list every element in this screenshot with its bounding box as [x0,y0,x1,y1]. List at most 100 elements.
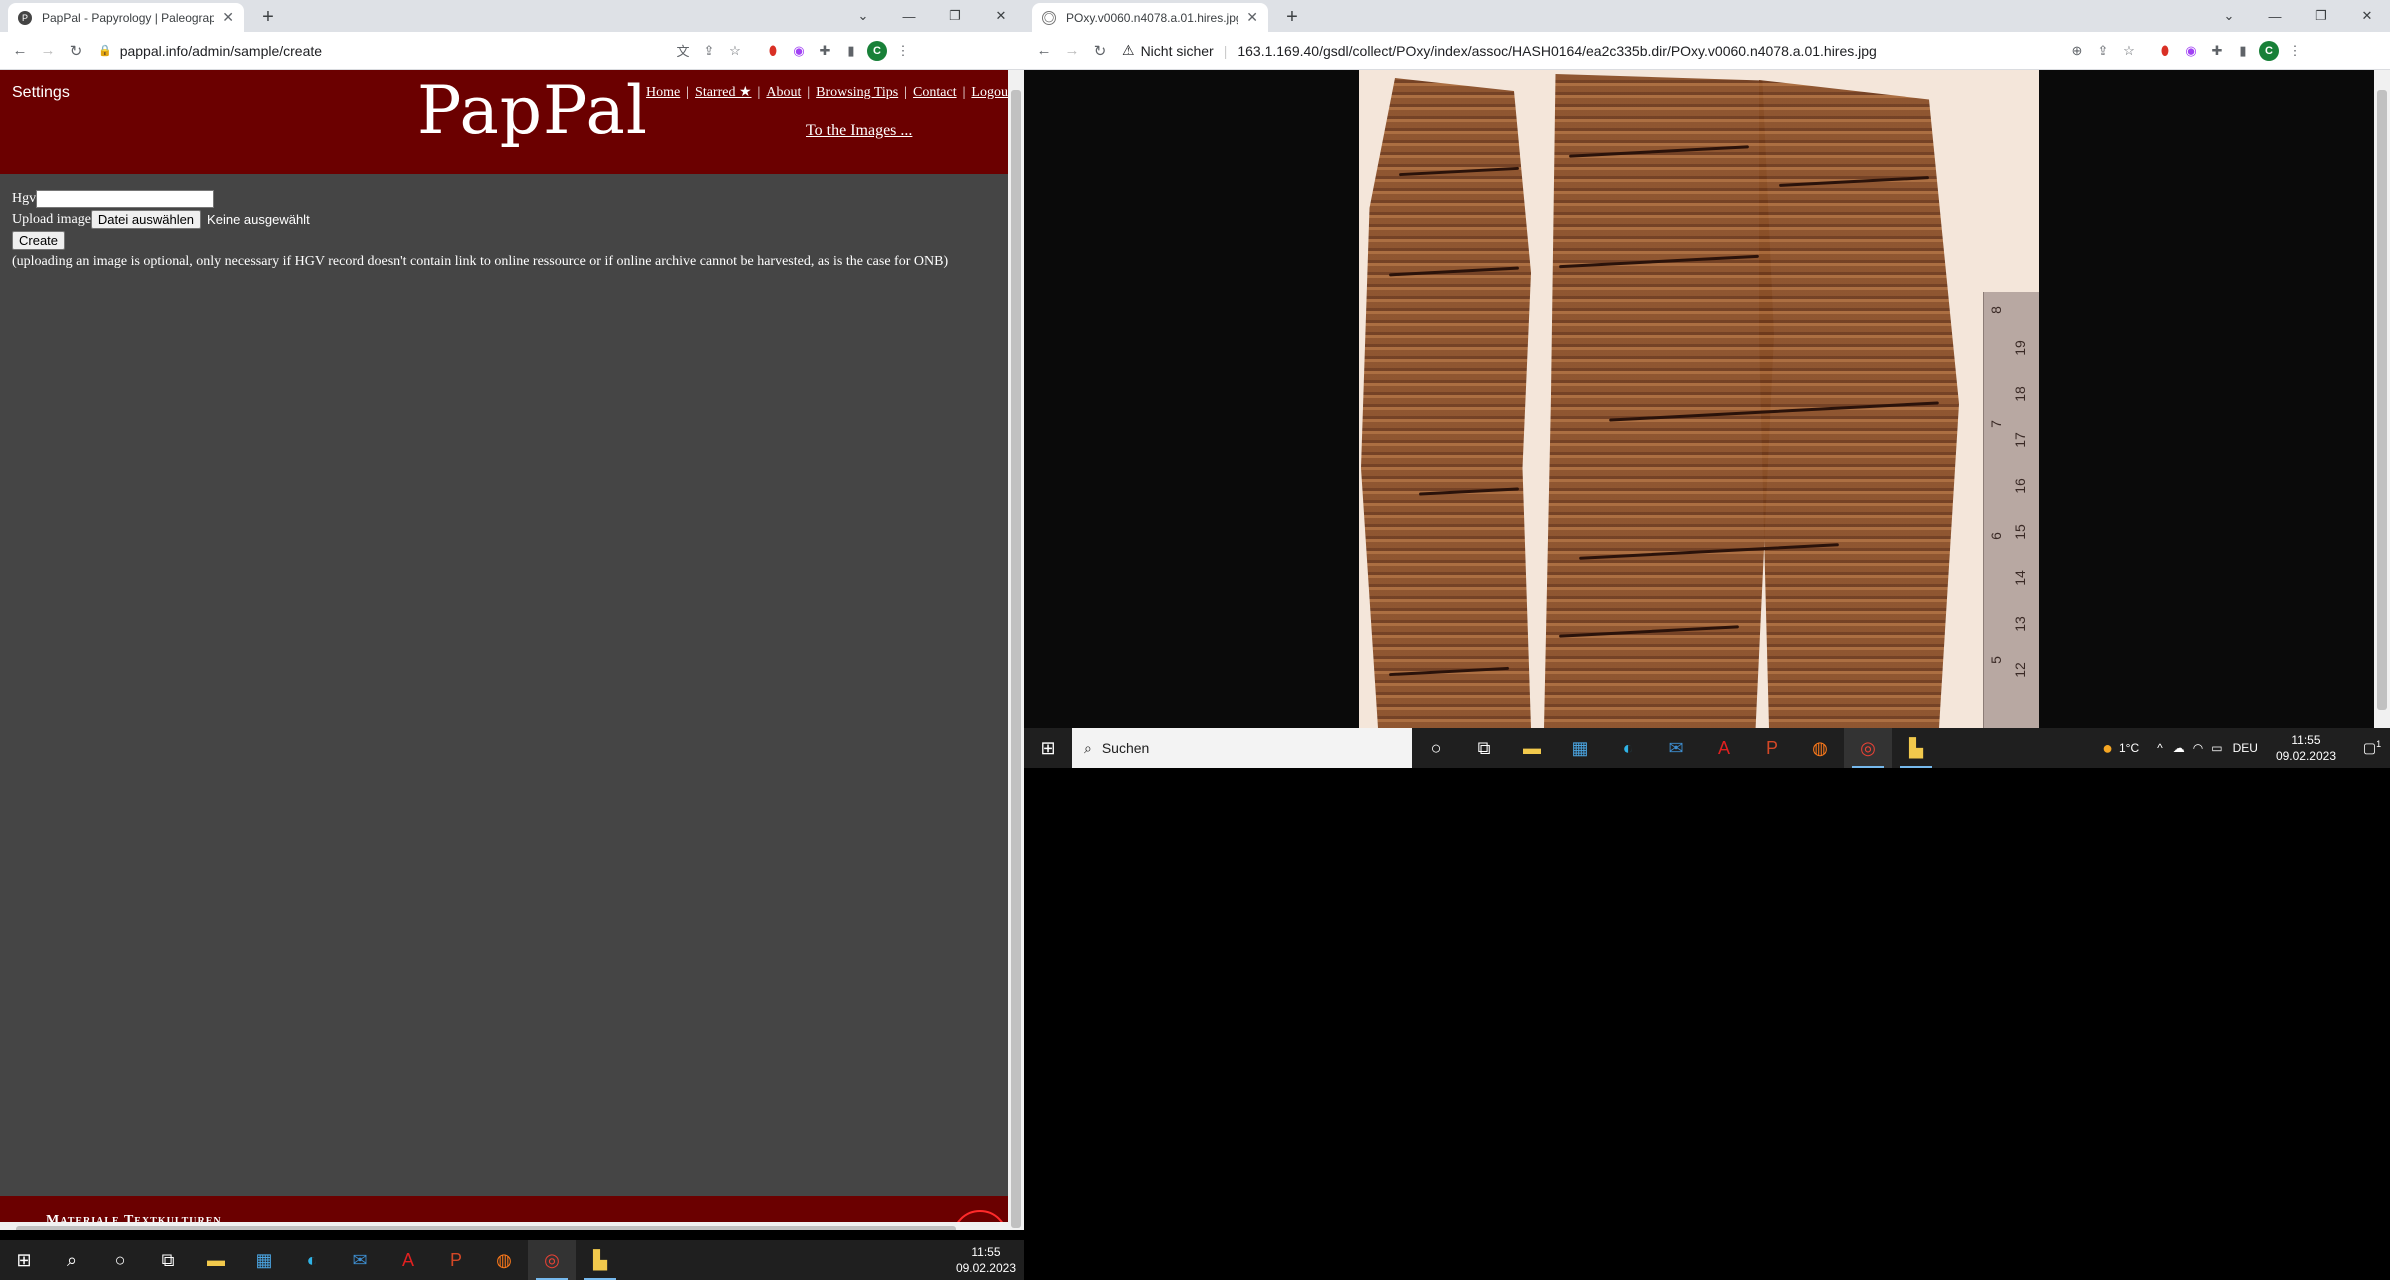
reload-icon[interactable]: ↻ [62,37,90,65]
acrobat-icon[interactable]: A [1700,728,1748,768]
scroll-thumb[interactable] [2377,90,2387,710]
upload-note: (uploading an image is optional, only ne… [12,253,949,269]
close-window-button[interactable]: ✕ [978,0,1024,32]
profile-avatar[interactable]: C [864,38,890,64]
nav-starred[interactable]: Starred ★ [695,85,751,100]
cortana-icon[interactable]: ○ [96,1240,144,1280]
tab-search-icon[interactable]: ⌄ [840,0,886,32]
windows-start-icon[interactable]: ⊞ [0,1240,48,1280]
extensions-puzzle-icon[interactable]: ✚ [812,38,838,64]
nav-about[interactable]: About [766,85,801,100]
reload-icon[interactable]: ↻ [1086,37,1114,65]
language-indicator[interactable]: DEU [2233,741,2258,755]
extensions-puzzle-icon[interactable]: ✚ [2204,38,2230,64]
chrome-icon[interactable]: ◎ [1844,728,1892,768]
scroll-thumb[interactable] [1011,90,1021,1228]
hgv-input[interactable] [36,189,215,208]
new-tab-button[interactable]: + [1278,3,1306,31]
nav-home[interactable]: Home [646,85,680,100]
firefox-icon[interactable]: ◍ [1796,728,1844,768]
cortana-icon[interactable]: ○ [1412,728,1460,768]
share-icon[interactable]: ⇪ [696,38,722,64]
share-icon[interactable]: ⇪ [2090,38,2116,64]
nav-logout[interactable]: Logout [971,85,1011,100]
menu-kebab-icon[interactable]: ⋮ [2282,38,2308,64]
weather-icon[interactable]: ● [2102,738,2113,759]
restore-button[interactable]: ❐ [932,0,978,32]
horizontal-scrollbar[interactable] [0,1222,1008,1230]
clock[interactable]: 11:55 09.02.2023 [956,1244,1016,1276]
extension-purple-icon[interactable]: ◉ [786,38,812,64]
file-explorer-icon[interactable]: ▬ [1508,728,1556,768]
file-status: Keine ausgewählt [207,212,310,227]
acrobat-icon[interactable]: A [384,1240,432,1280]
security-label[interactable]: Nicht sicher [1141,43,1214,59]
close-tab-icon[interactable]: ✕ [222,9,234,26]
extension-purple-icon[interactable]: ◉ [2178,38,2204,64]
bookmark-star-icon[interactable]: ☆ [722,38,748,64]
chevron-up-icon[interactable]: ^ [2157,741,2163,755]
search-icon[interactable]: ⌕ [48,1240,96,1280]
back-icon[interactable]: ← [6,37,34,65]
minimize-button[interactable]: — [2252,0,2298,32]
new-tab-button[interactable]: + [254,3,282,31]
site-logo[interactable]: PapPal [417,72,648,149]
task-view-icon[interactable]: ⧉ [144,1240,192,1280]
zoom-icon[interactable]: ⊕ [2064,38,2090,64]
scroll-thumb[interactable] [16,1226,956,1230]
to-images-link[interactable]: To the Images ... [806,122,912,140]
close-window-button[interactable]: ✕ [2344,0,2390,32]
wifi-icon[interactable]: ◠ [2193,741,2203,755]
back-icon[interactable]: ← [1030,37,1058,65]
windows-start-icon[interactable]: ⊞ [1024,728,1072,768]
network-icon[interactable]: ☁ [2173,741,2185,755]
task-view-icon[interactable]: ⧉ [1460,728,1508,768]
edge-icon[interactable]: ◐ [288,1240,336,1280]
minimize-button[interactable]: — [886,0,932,32]
tab-strip: ◯ POxy.v0060.n4078.a.01.hires.jpg ✕ + ⌄ … [1024,0,2390,32]
menu-kebab-icon[interactable]: ⋮ [890,38,916,64]
side-panel-icon[interactable]: ▮ [838,38,864,64]
vertical-scrollbar[interactable] [2374,70,2390,728]
settings-link[interactable]: Settings [12,84,70,102]
store-icon[interactable]: ▦ [240,1240,288,1280]
chrome-icon[interactable]: ◎ [528,1240,576,1280]
taskbar-search-box[interactable]: ⌕ Suchen [1072,728,1412,768]
edge-icon[interactable]: ◐ [1604,728,1652,768]
firefox-icon[interactable]: ◍ [480,1240,528,1280]
translate-icon[interactable]: 文 [670,38,696,64]
powerpoint-icon[interactable]: P [432,1240,480,1280]
ruler-label: 13 [2011,616,2028,632]
address-bar[interactable]: ⚠ Nicht sicher | 163.1.169.40/gsdl/colle… [1114,37,2064,65]
tab-search-icon[interactable]: ⌄ [2206,0,2252,32]
vertical-scrollbar[interactable] [1008,70,1024,1230]
tab-image[interactable]: ◯ POxy.v0060.n4078.a.01.hires.jpg ✕ [1032,3,1268,32]
nav-contact[interactable]: Contact [913,85,957,100]
papyrus-image[interactable]: 8 19 18 7 17 16 6 15 14 13 5 12 [1359,70,2039,728]
choose-file-button[interactable]: Datei auswählen [90,210,202,229]
store-icon[interactable]: ▦ [1556,728,1604,768]
file-explorer-icon[interactable]: ▬ [192,1240,240,1280]
temperature[interactable]: 1°C [2119,741,2139,755]
create-button[interactable]: Create [12,231,66,250]
powerpoint-icon[interactable]: P [1748,728,1796,768]
tab-pappal[interactable]: P PapPal - Papyrology | Paleography ✕ [8,3,244,32]
address-bar[interactable]: 🔒 pappal.info/admin/sample/create [90,37,670,65]
bookmark-star-icon[interactable]: ☆ [2116,38,2142,64]
mail-icon[interactable]: ✉ [1652,728,1700,768]
nav-browsing-tips[interactable]: Browsing Tips [816,85,898,100]
restore-button[interactable]: ❐ [2298,0,2344,32]
app-icon[interactable]: ▙ [1892,728,1940,768]
profile-avatar[interactable]: C [2256,38,2282,64]
battery-icon[interactable]: ▭ [2211,741,2222,755]
mail-icon[interactable]: ✉ [336,1240,384,1280]
notification-icon[interactable]: ▢1 [2354,739,2390,757]
forward-icon[interactable]: → [34,37,62,65]
extension-red-icon[interactable]: ⬮ [760,38,786,64]
app-icon[interactable]: ▙ [576,1240,624,1280]
side-panel-icon[interactable]: ▮ [2230,38,2256,64]
clock[interactable]: 11:55 09.02.2023 [2276,732,2336,764]
extension-red-icon[interactable]: ⬮ [2152,38,2178,64]
forward-icon[interactable]: → [1058,37,1086,65]
close-tab-icon[interactable]: ✕ [1246,9,1258,26]
